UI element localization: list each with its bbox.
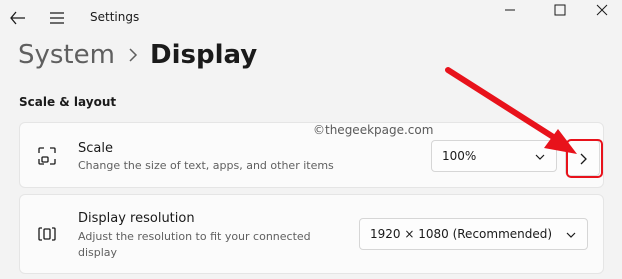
app-title: Settings — [90, 10, 140, 24]
back-button[interactable] — [8, 9, 28, 27]
scale-title: Scale — [78, 141, 113, 156]
close-icon — [596, 4, 608, 16]
watermark: ©thegeekpage.com — [313, 123, 434, 137]
chevron-down-icon — [535, 154, 545, 160]
annotation-highlight-box — [566, 139, 603, 178]
minimize-button[interactable] — [497, 2, 523, 18]
hamburger-menu-icon — [50, 12, 64, 24]
resolution-dropdown[interactable]: 1920 × 1080 (Recommended) — [359, 218, 588, 250]
navigation-menu-button[interactable] — [48, 10, 66, 26]
scale-icon — [38, 147, 56, 165]
scale-dropdown-value: 100% — [442, 149, 477, 163]
maximize-button[interactable] — [551, 2, 569, 18]
minimize-icon — [505, 9, 515, 11]
maximize-icon — [554, 4, 566, 16]
title-bar: Settings — [0, 0, 622, 36]
breadcrumb-system[interactable]: System — [18, 40, 115, 70]
resolution-icon — [38, 227, 56, 241]
chevron-right-icon — [129, 48, 138, 62]
scale-card: Scale Change the size of text, apps, and… — [19, 122, 604, 188]
resolution-dropdown-value: 1920 × 1080 (Recommended) — [370, 227, 553, 241]
back-arrow-icon — [10, 11, 25, 25]
resolution-description: Adjust the resolution to fit your connec… — [78, 230, 311, 259]
close-button[interactable] — [593, 2, 611, 18]
scale-dropdown[interactable]: 100% — [431, 140, 557, 172]
scale-description: Change the size of text, apps, and other… — [78, 159, 334, 172]
section-title: Scale & layout — [19, 95, 117, 109]
resolution-title: Display resolution — [78, 211, 195, 226]
chevron-down-icon — [566, 232, 576, 238]
display-resolution-card: Display resolution Adjust the resolution… — [19, 194, 604, 274]
page-title: Display — [150, 40, 258, 70]
